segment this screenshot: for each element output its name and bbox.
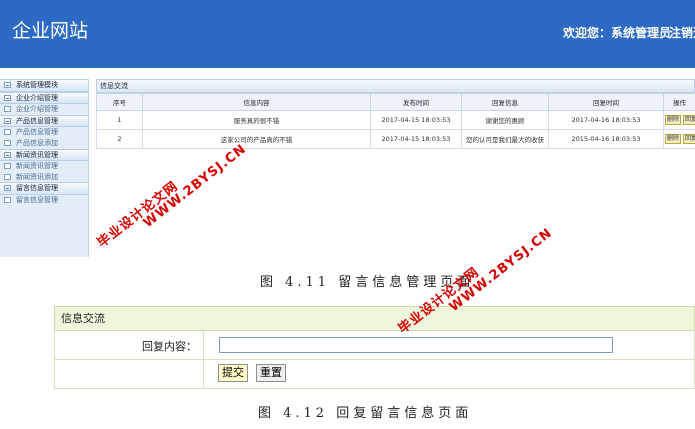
collapse-icon [4, 117, 11, 124]
sidebar-item-8[interactable]: 新闻资讯添加 [0, 172, 88, 183]
sidebar-item-label: 产品信息管理 [16, 128, 58, 137]
sidebar-group-6[interactable]: 新闻资讯管理 [0, 148, 88, 162]
col-header-reply: 回复信息 [461, 93, 549, 111]
sidebar-group-3[interactable]: 产品信息管理 [0, 114, 88, 128]
sidebar-item-label: 留言信息管理 [16, 184, 58, 193]
sidebar-item-7[interactable]: 新闻资讯管理 [0, 161, 88, 172]
sidebar-item-label: 产品信息添加 [16, 138, 58, 147]
button-row: 提交 重置 [54, 360, 695, 389]
reset-button[interactable]: 重置 [256, 364, 286, 382]
cell-no: 1 [96, 110, 143, 130]
sidebar-item-label: 企业介绍管理 [16, 105, 58, 114]
reply-button[interactable]: 回复 [683, 115, 695, 125]
reply-form: 信息交流 回复内容： 提交 重置 [54, 306, 695, 389]
sidebar-item-label: 系统管理模块 [16, 81, 58, 89]
collapse-icon [4, 82, 11, 88]
sidebar-item-10[interactable]: 留言信息管理 [0, 195, 88, 206]
table-header-row: 序号 信息内容 发布时间 回复信息 回复时间 操作 [96, 93, 695, 111]
cell-actions: 删除回复 [663, 110, 695, 130]
collapse-icon [4, 94, 11, 101]
cell-no: 2 [96, 129, 143, 149]
top-header: 企业网站 欢迎您：系统管理员 注销退出 [0, 0, 695, 68]
page-icon [4, 163, 11, 170]
reply-content-label: 回复内容： [142, 340, 197, 353]
reply-content-row: 回复内容： [54, 331, 695, 360]
message-table: 序号 信息内容 发布时间 回复信息 回复时间 操作 1 服务真的很不错 2017… [96, 93, 695, 149]
label-cell [55, 360, 204, 388]
sidebar-item-label: 企业介绍管理 [16, 93, 58, 102]
sidebar-item-2[interactable]: 企业介绍管理 [0, 104, 88, 115]
cell-actions: 删除回复 [663, 129, 695, 149]
label-cell: 回复内容： [55, 331, 204, 359]
page-icon [4, 106, 11, 113]
figure-caption-4-12: 图 4.12 回复留言信息页面 [258, 406, 473, 421]
page-icon [4, 173, 11, 180]
col-header-content: 信息内容 [142, 93, 371, 111]
sidebar-item-label: 新闻资讯添加 [16, 172, 58, 181]
table-row: 1 服务真的很不错 2017-04-15 18:03:53 谢谢您的惠顾 201… [96, 110, 695, 130]
table-row: 2 这家公司的产品真的不错 2017-04-15 18:03:53 您的认可是我… [96, 129, 695, 149]
col-header-time: 发布时间 [370, 93, 462, 111]
welcome-text: 欢迎您：系统管理员 [563, 26, 672, 40]
delete-button[interactable]: 删除 [665, 115, 682, 125]
col-header-reply-time: 回复时间 [548, 93, 664, 111]
cell-reply-time: 2015-04-16 18:03:53 [548, 129, 664, 149]
delete-button[interactable]: 删除 [665, 134, 682, 144]
cell-content: 这家公司的产品真的不错 [142, 129, 371, 149]
cell-content: 服务真的很不错 [142, 110, 371, 130]
panel-title: 信息交流 [96, 79, 695, 93]
page-icon [4, 196, 11, 203]
sidebar-item-5[interactable]: 产品信息添加 [0, 138, 88, 149]
collapse-icon [4, 151, 11, 158]
cell-time: 2017-04-15 18:03:53 [370, 129, 462, 149]
col-header-no: 序号 [96, 93, 143, 111]
message-panel: 信息交流 序号 信息内容 发布时间 回复信息 回复时间 操作 1 服务真的很不错… [96, 79, 695, 151]
page-icon [4, 139, 11, 146]
sidebar-item-label: 留言信息管理 [16, 195, 58, 204]
reply-button[interactable]: 回复 [683, 134, 695, 144]
submit-button[interactable]: 提交 [218, 364, 248, 382]
collapse-icon [4, 185, 11, 192]
reply-content-input[interactable] [219, 337, 613, 353]
sidebar-item-label: 新闻资讯管理 [16, 150, 58, 159]
sidebar-menu: 系统管理模块 企业介绍管理 企业介绍管理 产品信息管理 产品信息管理 产品信息添加 新闻资讯… [0, 79, 89, 257]
cell-reply-time: 2017-04-16 18:03:53 [548, 110, 664, 130]
sidebar-item-label: 新闻资讯管理 [16, 162, 58, 171]
sidebar-item-label: 产品信息管理 [16, 116, 58, 125]
cell-reply: 谢谢您的惠顾 [461, 110, 549, 130]
cell-time: 2017-04-15 18:03:53 [370, 110, 462, 130]
sidebar-group-0[interactable]: 系统管理模块 [0, 79, 88, 92]
sidebar-item-4[interactable]: 产品信息管理 [0, 127, 88, 138]
sidebar-group-1[interactable]: 企业介绍管理 [0, 91, 88, 105]
form-title: 信息交流 [54, 306, 695, 331]
site-logo: 企业网站 [12, 20, 89, 42]
cell-reply: 您的认可是我们最大的收获 [461, 129, 549, 149]
page-icon [4, 129, 11, 136]
sidebar-group-9[interactable]: 留言信息管理 [0, 182, 88, 195]
col-header-actions: 操作 [663, 93, 695, 111]
logout-link[interactable]: 注销退出 [669, 24, 695, 41]
